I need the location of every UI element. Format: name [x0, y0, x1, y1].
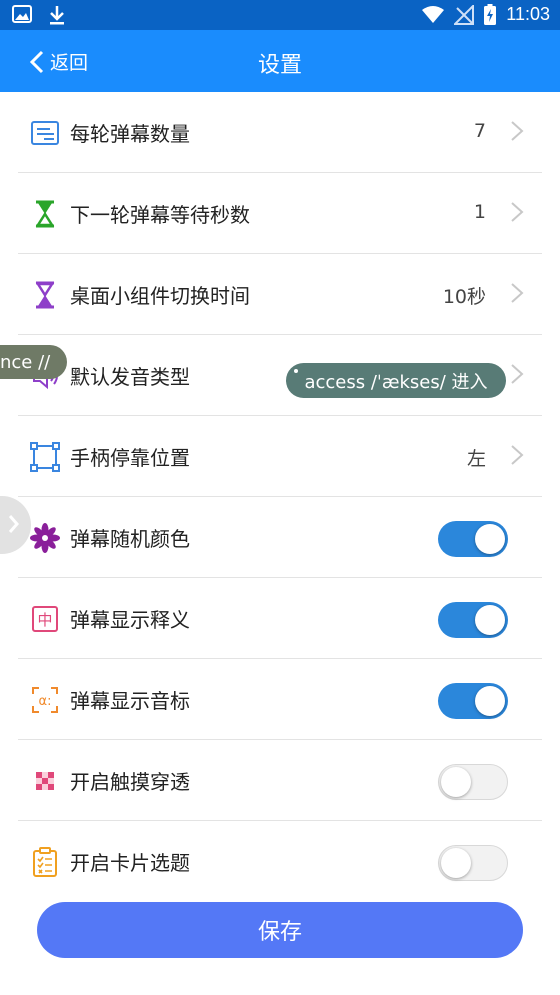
toggle-knob	[441, 848, 471, 878]
icon-text: α:	[39, 694, 52, 709]
settings-list: 每轮弹幕数量 7 下一轮弹幕等待秒数 1 桌面小组件切换时间 10秒 默认发音类…	[18, 92, 542, 901]
show-definition-toggle[interactable]	[438, 602, 508, 638]
chinese-char-icon: 中	[32, 606, 58, 632]
setting-row-random-color: 弹幕随机颜色	[18, 497, 542, 578]
toggle-knob	[475, 524, 505, 554]
setting-label: 弹幕显示释义	[70, 608, 190, 632]
clipboard-icon	[33, 847, 57, 877]
chevron-right-icon	[8, 515, 19, 533]
setting-row-widget-switch-time[interactable]: 桌面小组件切换时间 10秒	[18, 254, 542, 335]
setting-label: 弹幕显示音标	[70, 689, 190, 713]
toggle-knob	[441, 767, 471, 797]
setting-row-show-definition: 中 弹幕显示释义	[18, 578, 542, 659]
toggle-knob	[475, 605, 505, 635]
setting-label: 手柄停靠位置	[70, 446, 190, 470]
setting-value: 1	[473, 201, 486, 223]
wifi-icon	[422, 5, 445, 23]
setting-row-touch-through: 开启触摸穿透	[18, 740, 542, 821]
toggle-knob	[475, 686, 505, 716]
page-title: 设置	[257, 53, 302, 78]
hourglass-icon	[35, 281, 55, 309]
random-color-toggle[interactable]	[438, 521, 508, 557]
status-bar: 11:03	[0, 0, 560, 30]
setting-row-card-quiz: 开启卡片选题	[18, 821, 542, 901]
download-icon	[50, 6, 64, 25]
save-button[interactable]: 保存	[37, 902, 523, 958]
chevron-right-icon	[511, 283, 524, 303]
setting-label: 下一轮弹幕等待秒数	[70, 203, 250, 227]
icon-text: 中	[37, 611, 52, 629]
setting-label: 桌面小组件切换时间	[70, 284, 250, 308]
setting-row-show-phonetic: α: 弹幕显示音标	[18, 659, 542, 740]
checker-icon	[36, 772, 54, 790]
no-signal-icon	[454, 4, 475, 25]
chevron-right-icon	[511, 364, 524, 384]
status-time: 11:03	[506, 4, 550, 24]
flower-icon	[30, 523, 60, 553]
show-phonetic-toggle[interactable]	[438, 683, 508, 719]
chevron-right-icon	[511, 202, 524, 222]
floating-word-text: access /ˈækses/ 进入	[304, 371, 488, 393]
dot-indicator	[294, 369, 298, 373]
chevron-right-icon	[511, 445, 524, 465]
card-quiz-toggle[interactable]	[438, 845, 508, 881]
hourglass-icon	[35, 200, 55, 228]
setting-value: 10秒	[442, 286, 486, 308]
setting-label: 弹幕随机颜色	[70, 527, 190, 551]
floating-word-pill[interactable]: access /ˈækses/ 进入	[286, 363, 506, 398]
app-bar: 返回 设置	[0, 30, 560, 92]
touch-through-toggle[interactable]	[438, 764, 508, 800]
battery-icon	[484, 4, 497, 25]
selection-square-icon	[30, 442, 60, 472]
alpha-icon: α:	[32, 687, 58, 713]
setting-value: 左	[466, 448, 486, 470]
setting-label: 开启卡片选题	[70, 851, 190, 875]
setting-value: 7	[473, 120, 486, 142]
floating-word-pill-left[interactable]: nce //	[0, 345, 67, 379]
image-icon	[12, 5, 32, 23]
setting-label: 开启触摸穿透	[70, 770, 190, 794]
setting-label: 每轮弹幕数量	[70, 122, 190, 146]
chevron-right-icon	[511, 121, 524, 141]
setting-row-wait-seconds[interactable]: 下一轮弹幕等待秒数 1	[18, 173, 542, 254]
setting-row-danmaku-count[interactable]: 每轮弹幕数量 7	[18, 92, 542, 173]
setting-label: 默认发音类型	[70, 365, 190, 389]
list-lines-icon	[31, 121, 59, 145]
setting-row-handle-position[interactable]: 手柄停靠位置 左	[18, 416, 542, 497]
edge-handle[interactable]	[0, 496, 31, 554]
